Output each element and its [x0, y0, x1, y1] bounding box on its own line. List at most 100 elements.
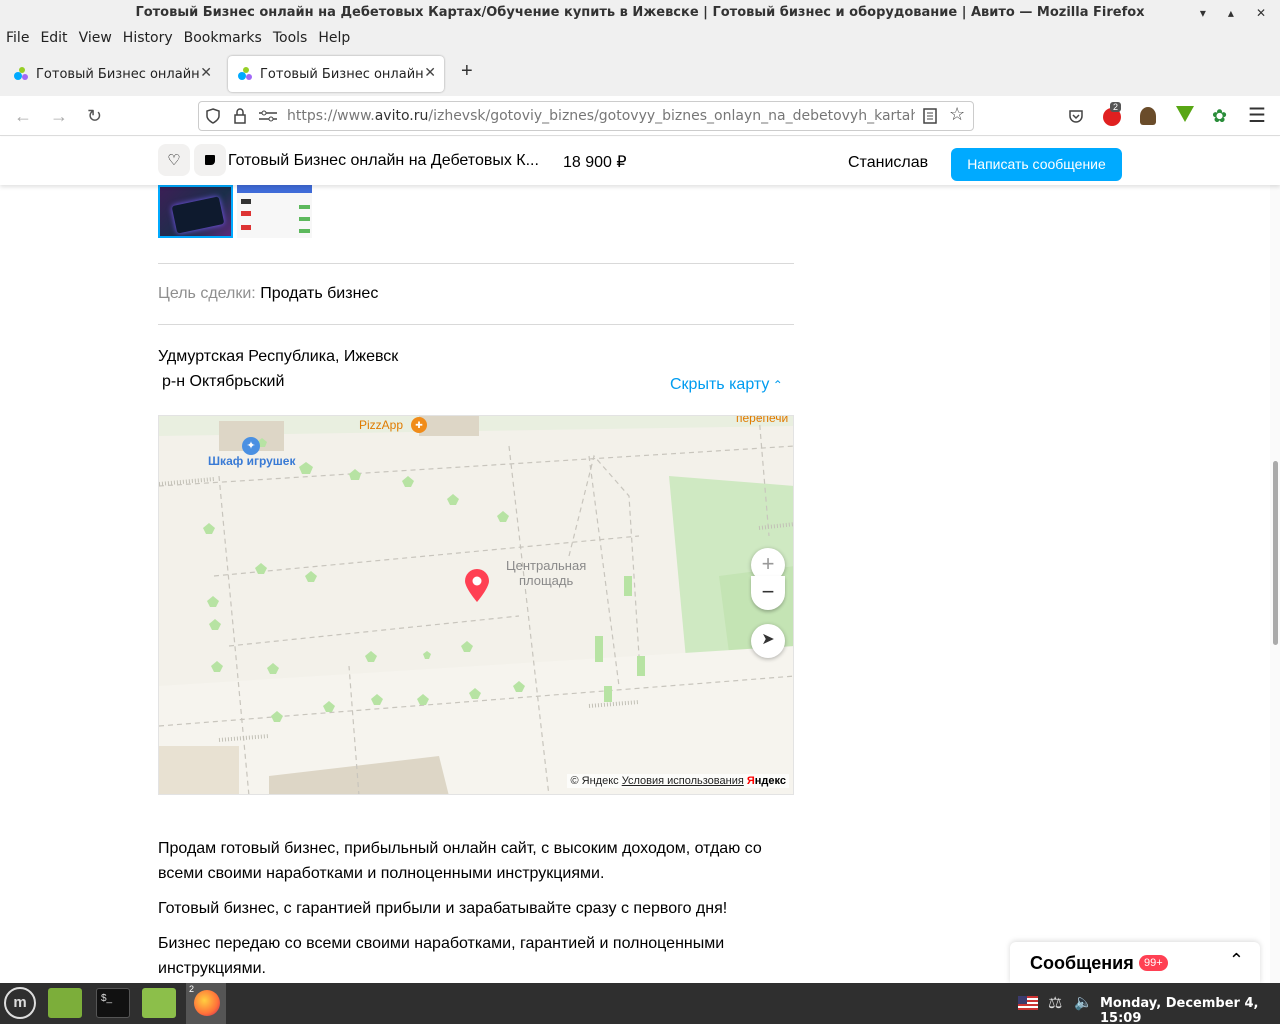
forward-icon[interactable]: → [50, 106, 68, 127]
map-terms-link[interactable]: Условия использования [622, 775, 744, 787]
nav-bar: ← → ↻ https://www.avito.ru/izhevsk/gotov… [0, 96, 1280, 136]
yandex-logo-y: Я [746, 775, 755, 787]
map-canvas[interactable] [159, 416, 794, 795]
address-line-2: р-н Октябрьский [162, 373, 285, 390]
menu-tools[interactable]: Tools [273, 26, 314, 52]
chevron-up-icon: ⌃ [769, 378, 783, 392]
hamburger-menu-icon[interactable]: ☰ [1248, 103, 1266, 128]
firefox-icon [194, 990, 220, 1016]
hide-map-link[interactable]: Скрыть карту ⌃ [670, 376, 783, 394]
map[interactable]: ✦ Шкаф игрушек PizzApp ✚ перепечи Центра… [158, 415, 794, 795]
download-extension-icon[interactable] [1176, 106, 1194, 122]
poi-label-corner[interactable]: перепечи [736, 416, 788, 425]
window-controls: ▾ ▴ ✕ [1200, 0, 1266, 26]
taskbar: m $_ 2 ⚖ 🔈 Monday, December 4, 15:09 [0, 983, 1280, 1026]
hide-map-label: Скрыть карту [670, 376, 770, 393]
minimize-icon[interactable]: ▾ [1200, 6, 1206, 20]
reload-icon[interactable]: ↻ [87, 106, 102, 127]
yandex-logo-rest: ндекс [754, 775, 786, 787]
lock-icon[interactable] [233, 108, 247, 124]
yandex-logo[interactable]: Яндекс [747, 775, 786, 787]
gallery-thumbnail-2[interactable] [237, 185, 312, 238]
description-paragraph-3: Бизнес передаю со всеми своими наработка… [158, 935, 725, 977]
menu-bookmarks[interactable]: Bookmarks [184, 26, 268, 52]
tab-2[interactable]: Готовый Бизнес онлайн на Д ✕ [228, 56, 444, 92]
deal-goal: Цель сделки: Продать бизнес [158, 285, 378, 303]
clock[interactable]: Monday, December 4, 15:09 [1100, 996, 1280, 1026]
divider [158, 324, 794, 325]
listing-price: 18 900 ₽ [563, 154, 627, 171]
url-bar[interactable]: https://www.avito.ru/izhevsk/gotoviy_biz… [198, 101, 974, 131]
map-copyright: © Яндекс Условия использования Яндекс [567, 774, 789, 788]
tab-close-icon[interactable]: ✕ [424, 65, 436, 81]
map-pin-icon [465, 569, 489, 602]
shield-icon[interactable] [205, 108, 221, 124]
files-icon[interactable] [142, 988, 176, 1018]
scrollbar-thumb[interactable] [1273, 461, 1278, 645]
description-paragraph-2: Готовый бизнес, с гарантией прибыли и за… [158, 900, 728, 917]
mint-menu-icon[interactable]: m [4, 987, 36, 1019]
address-line-1: Удмуртская Республика, Ижевск [158, 348, 399, 365]
tab-1[interactable]: Готовый Бизнес онлайн на Д ✕ [4, 56, 220, 92]
seller-name[interactable]: Станислав [848, 154, 928, 172]
chevron-up-icon[interactable]: ⌃ [1229, 950, 1244, 971]
square-label-line2: площадь [518, 573, 574, 588]
window-title-text: Готовый Бизнес онлайн на Дебетовых Карта… [135, 5, 1145, 20]
poi-label-pizza[interactable]: PizzApp [359, 418, 403, 432]
url-prefix: https://www. [287, 108, 375, 124]
menu-bar: File Edit View History Bookmarks Tools H… [0, 26, 1280, 52]
show-desktop-icon[interactable] [48, 988, 82, 1018]
close-icon[interactable]: ✕ [1256, 6, 1266, 20]
geolocation-button[interactable]: ➤ [751, 624, 785, 658]
bookmark-star-icon[interactable]: ☆ [949, 104, 965, 125]
tab-bar: Готовый Бизнес онлайн на Д ✕ Готовый Биз… [0, 52, 1280, 96]
tab-close-icon[interactable]: ✕ [200, 65, 212, 81]
url-text: https://www.avito.ru/izhevsk/gotoviy_biz… [287, 108, 915, 124]
page-content: Цель сделки: Продать бизнес Удмуртская Р… [0, 185, 1270, 983]
messages-panel[interactable]: Сообщения 99+ ⌃ [1010, 942, 1260, 984]
listing-title: Готовый Бизнес онлайн на Дебетовых К... [228, 152, 539, 169]
tab-2-label: Готовый Бизнес онлайн на Д [260, 66, 428, 82]
map-copyright-text: © Яндекс [570, 775, 619, 787]
deal-goal-label: Цель сделки: [158, 285, 256, 302]
network-icon[interactable]: ⚖ [1048, 993, 1062, 1013]
menu-edit[interactable]: Edit [40, 26, 73, 52]
divider [158, 263, 794, 264]
page-scrollbar[interactable] [1270, 137, 1280, 983]
square-label: Центральная площадь [506, 558, 586, 588]
url-path: /izhevsk/gotoviy_biznes/gotovyy_biznes_o… [428, 108, 915, 124]
new-tab-icon[interactable]: + [461, 60, 473, 83]
avito-favicon-icon [238, 67, 252, 81]
us-flag-icon[interactable] [1018, 996, 1038, 1010]
extension-badge: 2 [1110, 102, 1122, 112]
zoom-out-button[interactable]: − [751, 576, 785, 610]
toy-store-poi-icon[interactable]: ✦ [242, 437, 260, 455]
favorite-heart-icon[interactable]: ♡ [158, 144, 190, 176]
avatar-extension-icon[interactable] [1140, 107, 1156, 125]
window-title: Готовый Бизнес онлайн на Дебетовых Карта… [0, 0, 1280, 26]
reader-view-icon[interactable] [923, 108, 937, 124]
maximize-icon[interactable]: ▴ [1228, 6, 1234, 20]
menu-history[interactable]: History [123, 26, 179, 52]
menu-view[interactable]: View [79, 26, 118, 52]
poi-label-toys[interactable]: Шкаф игрушек [208, 454, 295, 468]
tab-1-label: Готовый Бизнес онлайн на Д [36, 66, 204, 82]
navigate-arrow-icon: ➤ [761, 631, 775, 648]
gallery-thumbnail-1[interactable] [158, 185, 233, 238]
permissions-icon[interactable] [259, 110, 277, 122]
menu-help[interactable]: Help [318, 26, 356, 52]
pocket-icon[interactable] [1068, 108, 1084, 124]
restaurant-poi-icon[interactable]: ✚ [411, 417, 427, 433]
volume-icon[interactable]: 🔈 [1074, 993, 1093, 1011]
menu-file[interactable]: File [6, 26, 35, 52]
description-paragraph-1: Продам готовый бизнес, прибыльный онлайн… [158, 840, 762, 882]
write-message-button[interactable]: Написать сообщение [951, 148, 1122, 181]
extension-star-icon[interactable]: ✿ [1212, 106, 1227, 127]
square-label-line1: Центральная [506, 558, 587, 573]
firefox-taskbar-button[interactable]: 2 [186, 983, 226, 1024]
url-domain: avito.ru [374, 108, 429, 124]
back-icon[interactable]: ← [14, 106, 32, 127]
deal-goal-value: Продать бизнес [260, 285, 379, 302]
terminal-icon[interactable]: $_ [96, 988, 130, 1018]
note-icon[interactable] [194, 144, 226, 176]
